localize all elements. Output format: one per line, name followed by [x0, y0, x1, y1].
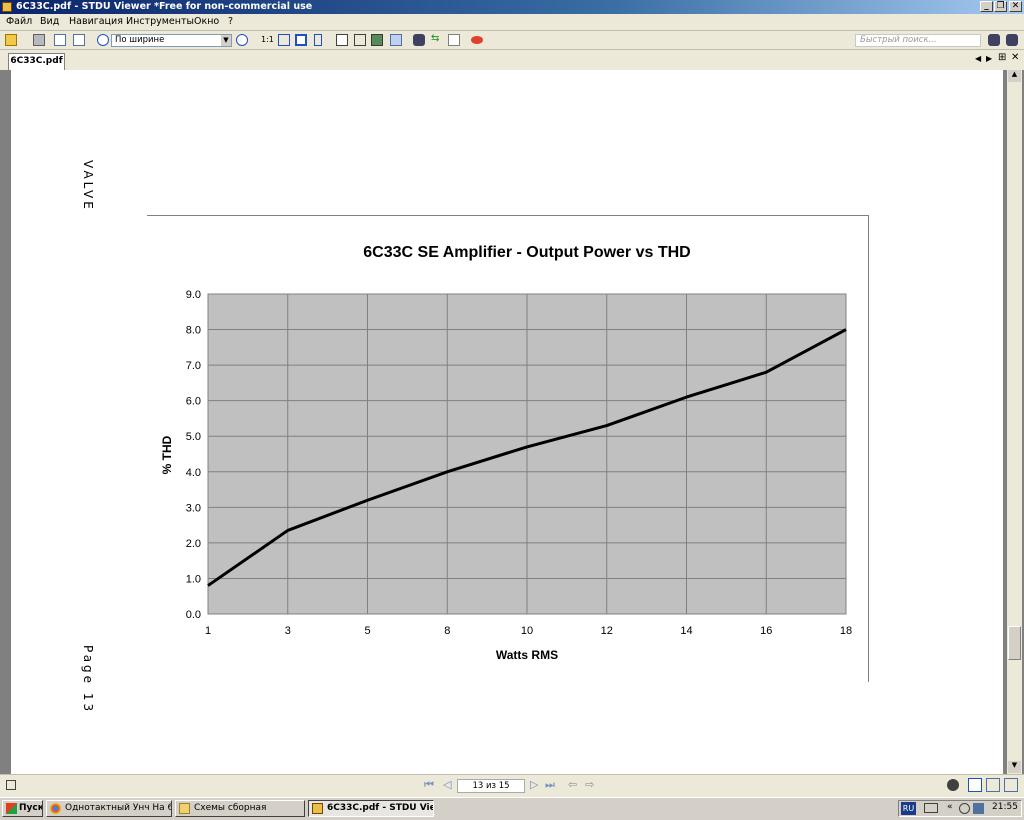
last-page-icon[interactable]: ⏭ [545, 778, 555, 792]
stdu-icon [312, 803, 323, 814]
chrome-icon [50, 803, 61, 814]
y-tick-label: 4.0 [186, 467, 201, 479]
y-tick-label: 2.0 [186, 538, 201, 550]
task-stdu-label: 6C33C.pdf - STDU Vie... [327, 803, 433, 813]
x-tick-label: 18 [840, 625, 852, 637]
x-tick-label: 16 [760, 625, 772, 637]
network-icon[interactable] [959, 803, 970, 814]
volume-icon[interactable] [973, 803, 984, 814]
x-tick-label: 3 [285, 625, 291, 637]
y-tick-label: 5.0 [186, 431, 201, 443]
chart-title: 6C33C SE Amplifier - Output Power vs THD [363, 244, 690, 261]
x-axis-label: Watts RMS [496, 648, 558, 662]
status-bar: ⏮ ◁ 13 из 15 ▷ ⏭ ⇦ ⇨ [0, 774, 1024, 797]
x-tick-label: 10 [521, 625, 533, 637]
task-browser-label: Однотактный Унч На 6... [65, 803, 172, 813]
x-tick-label: 8 [444, 625, 450, 637]
task-stdu-viewer[interactable]: 6C33C.pdf - STDU Vie... [308, 800, 434, 817]
task-folder[interactable]: Схемы сборная [175, 800, 305, 817]
next-page-icon[interactable]: ▷ [530, 778, 538, 791]
x-tick-label: 14 [680, 625, 692, 637]
forward-icon[interactable]: ⇨ [585, 778, 594, 791]
y-tick-label: 3.0 [186, 502, 201, 514]
system-tray: « 21:55 [898, 800, 1022, 817]
settings-icon[interactable] [947, 779, 959, 791]
folder-icon [179, 803, 190, 814]
first-page-icon[interactable]: ⏮ [424, 778, 434, 792]
y-tick-label: 9.0 [186, 289, 201, 301]
taskbar: Пуск Однотактный Унч На 6... Схемы сборн… [0, 797, 1024, 820]
single-page-view-icon[interactable] [968, 778, 982, 792]
x-tick-label: 5 [364, 625, 370, 637]
sidebar-toggle-icon[interactable] [6, 780, 16, 790]
clock: 21:55 [992, 802, 1018, 812]
start-label: Пуск [19, 803, 43, 813]
two-page-view-icon[interactable] [986, 778, 1000, 792]
start-button[interactable]: Пуск [2, 800, 43, 817]
thd-chart: 6C33C SE Amplifier - Output Power vs THD… [160, 244, 852, 662]
page-number-input[interactable]: 13 из 15 [457, 779, 525, 793]
y-tick-label: 0.0 [186, 609, 201, 621]
scroll-down-icon[interactable]: ▼ [1008, 761, 1021, 773]
y-axis-label: % THD [160, 435, 174, 474]
y-tick-label: 6.0 [186, 396, 201, 408]
y-tick-label: 1.0 [186, 573, 201, 585]
prev-page-icon[interactable]: ◁ [443, 778, 451, 791]
x-tick-label: 1 [205, 625, 211, 637]
windows-logo-icon [6, 803, 17, 814]
back-icon[interactable]: ⇦ [568, 778, 577, 791]
grid-view-icon[interactable] [1004, 778, 1018, 792]
scroll-up-icon[interactable]: ▲ [1008, 70, 1021, 82]
y-tick-label: 7.0 [186, 360, 201, 372]
task-folder-label: Схемы сборная [194, 803, 267, 813]
y-tick-label: 8.0 [186, 325, 201, 337]
scroll-thumb[interactable] [1008, 626, 1021, 660]
task-browser[interactable]: Однотактный Унч На 6... [46, 800, 172, 817]
vertical-scrollbar[interactable]: ▲ ▼ [1007, 70, 1022, 774]
tray-expand-icon[interactable]: « [947, 802, 953, 812]
x-tick-label: 12 [601, 625, 613, 637]
